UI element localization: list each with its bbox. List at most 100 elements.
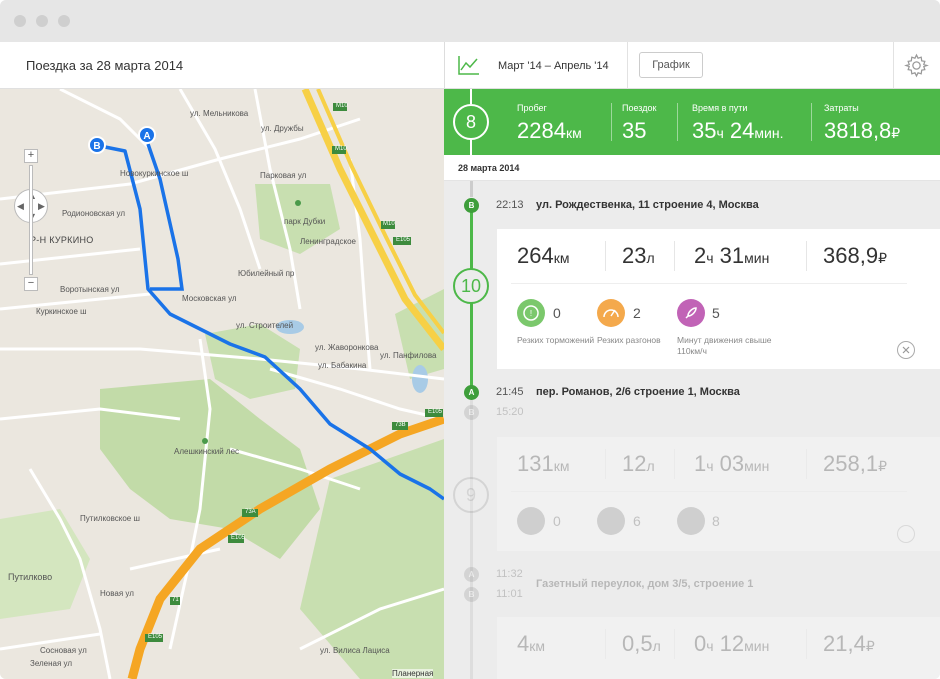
header-divider bbox=[893, 42, 894, 89]
trip-header: Поездка за 28 марта 2014 bbox=[0, 42, 444, 89]
pan-right-icon[interactable]: ▶ bbox=[38, 201, 45, 212]
park-label: парк Дубки bbox=[284, 217, 326, 226]
mileage-label: Пробег bbox=[517, 103, 547, 113]
trip-card[interactable]: 264км 23л 2ч 31мин 368,9₽ ! 0 Резких тор… bbox=[497, 229, 940, 369]
acceleration-count: 2 bbox=[633, 305, 641, 321]
trips-label: Поездок bbox=[622, 103, 657, 113]
trip-start-address: пер. Романов, 2/6 строение 1, Москва bbox=[536, 386, 740, 398]
acceleration-count: 6 bbox=[633, 513, 641, 529]
speeding-count: 8 bbox=[712, 513, 720, 529]
card-divider bbox=[605, 241, 606, 271]
time-value: 35ч 24мин. bbox=[692, 118, 784, 143]
route-end-pin[interactable]: B bbox=[88, 136, 106, 154]
trip-start-point: A bbox=[464, 385, 479, 400]
street-label: ул. Мельникова bbox=[190, 109, 249, 118]
card-divider bbox=[806, 449, 807, 479]
map-canvas bbox=[0, 89, 444, 679]
rocket-icon bbox=[677, 299, 705, 327]
zoom-in-button[interactable]: + bbox=[24, 149, 38, 163]
time-label: Время в пути bbox=[692, 103, 748, 113]
graph-button[interactable]: График bbox=[639, 52, 703, 78]
trip-number-badge: 10 bbox=[453, 268, 489, 304]
timeline-connector bbox=[470, 140, 472, 155]
card-divider bbox=[511, 491, 907, 492]
pan-left-icon[interactable]: ◀ bbox=[17, 201, 24, 212]
trip-end-address: ул. Рождественка, 11 строение 4, Москва bbox=[536, 199, 759, 211]
card-divider bbox=[605, 629, 606, 659]
trip-card[interactable]: 131км 12л 1ч 03мин 258,1₽ 0 6 8 bbox=[497, 437, 940, 551]
card-divider bbox=[511, 283, 907, 284]
trip-distance: 264км bbox=[517, 243, 570, 268]
card-divider bbox=[674, 449, 675, 479]
trip-duration: 0ч 12мин bbox=[694, 631, 770, 656]
acceleration-icon bbox=[597, 299, 625, 327]
trip-duration: 1ч 03мин bbox=[694, 451, 770, 476]
trips-value: 35 bbox=[622, 118, 647, 143]
header-divider bbox=[627, 42, 628, 89]
map-place-label: Планерная bbox=[392, 669, 434, 678]
zoom-out-button[interactable]: − bbox=[24, 277, 38, 291]
settlement-label: Путилково bbox=[8, 572, 53, 582]
trip-end-time: 22:13 bbox=[496, 199, 524, 211]
street-label: ул. Вилиса Лациса bbox=[320, 646, 390, 655]
window-minimize-button[interactable] bbox=[36, 15, 48, 27]
period-selector[interactable]: Март '14 – Апрель '14 bbox=[498, 60, 609, 72]
road-label: М10 bbox=[335, 146, 347, 152]
window-close-button[interactable] bbox=[14, 15, 26, 27]
card-divider bbox=[674, 241, 675, 271]
stat-divider bbox=[677, 103, 678, 141]
trip-end-point: B bbox=[464, 587, 479, 602]
poi-marker bbox=[295, 200, 301, 206]
zoom-slider[interactable] bbox=[29, 165, 33, 275]
street-label: Родионовская ул bbox=[62, 209, 126, 218]
trips-count-badge: 8 bbox=[453, 104, 489, 140]
chart-icon[interactable] bbox=[457, 54, 481, 76]
road-label: E105 bbox=[148, 634, 163, 640]
trip-fuel: 0,5л bbox=[622, 631, 661, 656]
trip-end-time: 15:20 bbox=[496, 406, 524, 418]
route-start-pin[interactable]: A bbox=[138, 126, 156, 144]
info-icon[interactable] bbox=[897, 525, 915, 543]
street-label: Юбилейный пр bbox=[238, 269, 295, 278]
speeding-label: Минут движения свыше 110км/ч bbox=[677, 335, 772, 356]
street-label: Зеленая ул bbox=[30, 659, 73, 668]
date-header: 28 марта 2014 bbox=[444, 155, 940, 181]
trip-fuel: 12л bbox=[622, 451, 655, 476]
timeline-line bbox=[470, 395, 473, 679]
stat-divider bbox=[611, 103, 612, 141]
road-label: 73В bbox=[395, 422, 406, 428]
street-label: ул. Панфилова bbox=[380, 351, 437, 360]
road-label: 73А bbox=[245, 509, 256, 515]
road-label: М10 bbox=[383, 221, 395, 227]
street-label: Путилковское ш bbox=[80, 514, 140, 523]
trip-title: Поездка за 28 марта 2014 bbox=[26, 58, 184, 73]
trip-end-point: B bbox=[464, 405, 479, 420]
trip-distance: 4км bbox=[517, 631, 545, 656]
street-label: Сосновая ул bbox=[40, 646, 87, 655]
window-maximize-button[interactable] bbox=[58, 15, 70, 27]
trip-start-time: 11:32 bbox=[496, 568, 523, 580]
braking-count: 0 bbox=[553, 305, 561, 321]
acceleration-label: Резких разгонов bbox=[597, 335, 661, 345]
cost-value: 3818,8₽ bbox=[824, 118, 901, 143]
trip-duration: 2ч 31мин bbox=[694, 243, 770, 268]
street-label: Парковая ул bbox=[260, 171, 307, 180]
trip-cost: 21,4₽ bbox=[823, 631, 875, 656]
route-map[interactable]: М10 М10 М10 E105 E105 73В 73А E105 E105 … bbox=[0, 89, 444, 679]
street-label: ул. Жаворонкова bbox=[315, 343, 379, 352]
trip-start-time: 21:45 bbox=[496, 386, 524, 398]
trip-cost: 368,9₽ bbox=[823, 243, 887, 268]
braking-icon bbox=[517, 507, 545, 535]
stats-header: Март '14 – Апрель '14 График bbox=[444, 42, 940, 89]
close-icon[interactable] bbox=[897, 341, 915, 359]
trip-address: Газетный переулок, дом 3/5, строение 1 bbox=[536, 578, 754, 590]
svg-text:!: ! bbox=[530, 309, 532, 318]
gear-icon[interactable] bbox=[904, 53, 929, 78]
road-label: 71 bbox=[172, 597, 179, 603]
trip-card[interactable]: 4км 0,5л 0ч 12мин 21,4₽ bbox=[497, 617, 940, 679]
window-titlebar bbox=[0, 0, 940, 42]
trip-number-badge: 9 bbox=[453, 477, 489, 513]
trips-timeline[interactable]: B 22:13 ул. Рождественка, 11 строение 4,… bbox=[444, 181, 940, 679]
street-label: ул. Строителей bbox=[236, 321, 294, 330]
trip-start-point: A bbox=[464, 567, 479, 582]
